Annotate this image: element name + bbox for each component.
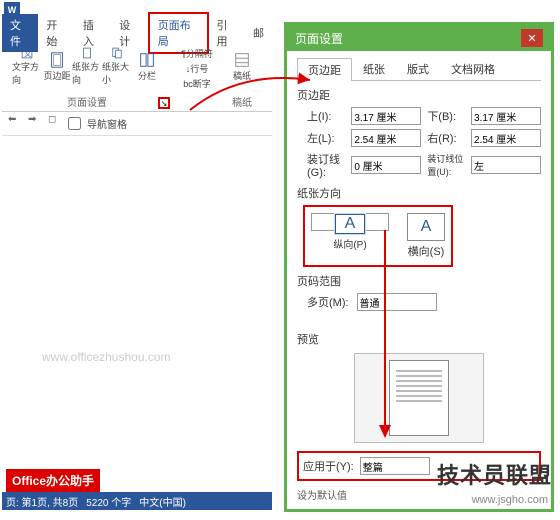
top-input[interactable] [351, 107, 421, 125]
page-setup-dialog-launcher[interactable]: ↘ [158, 97, 170, 109]
dlg-tab-grid[interactable]: 文档网格 [440, 57, 506, 80]
group-page-setup-label: 页面设置 [67, 94, 107, 109]
brand-url: www.jsgho.com [472, 494, 548, 506]
orientation-button[interactable]: 纸张方向 [72, 46, 102, 86]
nav-pane-checkbox[interactable] [68, 114, 81, 133]
size-button[interactable]: 纸张大小 [102, 46, 132, 86]
bottom-input[interactable] [471, 107, 541, 125]
qat-back[interactable]: ⬅ [8, 114, 24, 130]
top-label: 上(I): [307, 108, 345, 124]
manuscript-button[interactable]: 稿纸 [227, 46, 257, 86]
qat-square[interactable]: ◻ [48, 114, 64, 130]
text-direction-button[interactable]: 文文字方向 [12, 46, 42, 86]
watermark: www.officezhushou.com [42, 350, 171, 364]
status-lang: 中文(中国) [139, 494, 186, 509]
status-words: 5220 个字 [86, 494, 131, 509]
multi-select[interactable] [357, 293, 437, 311]
ribbon-tabs: 文件 开始 插入 设计 页面布局 引用 邮 [2, 22, 272, 44]
dialog-titlebar: 页面设置 ✕ [287, 25, 551, 51]
preview-page [389, 360, 449, 436]
group-manuscript-label: 稿纸 [232, 94, 252, 109]
gutter-input[interactable] [351, 156, 421, 174]
right-input[interactable] [471, 129, 541, 147]
dlg-tab-paper[interactable]: 纸张 [352, 57, 396, 80]
dlg-tab-margins[interactable]: 页边距 [297, 58, 352, 81]
quick-access: ⬅ ➡ ◻ 导航窗格 [2, 112, 272, 136]
document-area[interactable]: www.officezhushou.com [2, 140, 272, 490]
page-setup-dialog: 页面设置 ✕ 页边距 纸张 版式 文档网格 页边距 上(I): 下(B): 左(… [284, 22, 554, 512]
multi-label: 多页(M): [307, 294, 349, 310]
preview-box [354, 353, 484, 443]
left-label: 左(L): [307, 130, 345, 146]
set-default-button[interactable]: 设为默认值 [297, 487, 347, 502]
columns-button[interactable]: 分栏 [132, 46, 162, 86]
status-bar: 页: 第1页, 共8页 5220 个字 中文(中国) [2, 492, 272, 510]
nav-pane-label: 导航窗格 [85, 114, 129, 133]
gutter-label: 装订线(G): [307, 151, 345, 179]
close-button[interactable]: ✕ [521, 29, 543, 47]
svg-text:文: 文 [24, 49, 31, 58]
hyphenation-button[interactable]: bc断字 [181, 76, 213, 91]
margins-button[interactable]: 页边距 [42, 46, 72, 86]
dialog-title: 页面设置 [295, 30, 343, 47]
ribbon: 文件 开始 插入 设计 页面布局 引用 邮 文文字方向 页边距 纸张方向 纸张大… [2, 22, 272, 136]
tab-mailings[interactable]: 邮 [245, 22, 272, 44]
gutter-pos-label: 装订线位置(U): [427, 152, 465, 178]
section-margins-label: 页边距 [297, 87, 541, 103]
right-label: 右(R): [427, 130, 465, 146]
brand-overlay: 技术员联盟 [437, 458, 552, 490]
apply-label: 应用于(Y): [303, 458, 354, 474]
status-page: 页: 第1页, 共8页 [6, 494, 78, 509]
apply-select[interactable] [360, 457, 430, 475]
qat-forward[interactable]: ➡ [28, 114, 44, 130]
line-numbers-button[interactable]: ↓行号 [184, 61, 211, 76]
orientation-landscape[interactable]: A 横向(S) [407, 213, 445, 259]
office-badge: Office办公助手 [6, 469, 100, 492]
section-orient-label: 纸张方向 [297, 185, 541, 201]
dlg-tab-layout[interactable]: 版式 [396, 57, 440, 80]
landscape-icon: A [407, 213, 445, 241]
orientation-portrait[interactable]: A 纵向(P) [311, 213, 389, 231]
portrait-icon: A [335, 214, 365, 234]
section-preview-label: 预览 [297, 331, 541, 347]
orientation-group: A 纵向(P) A 横向(S) [303, 205, 453, 267]
breaks-button[interactable]: ¶分隔符 [179, 46, 215, 61]
gutter-pos-select[interactable] [471, 156, 541, 174]
bottom-label: 下(B): [427, 108, 465, 124]
section-pages-label: 页码范围 [297, 273, 541, 289]
left-input[interactable] [351, 129, 421, 147]
